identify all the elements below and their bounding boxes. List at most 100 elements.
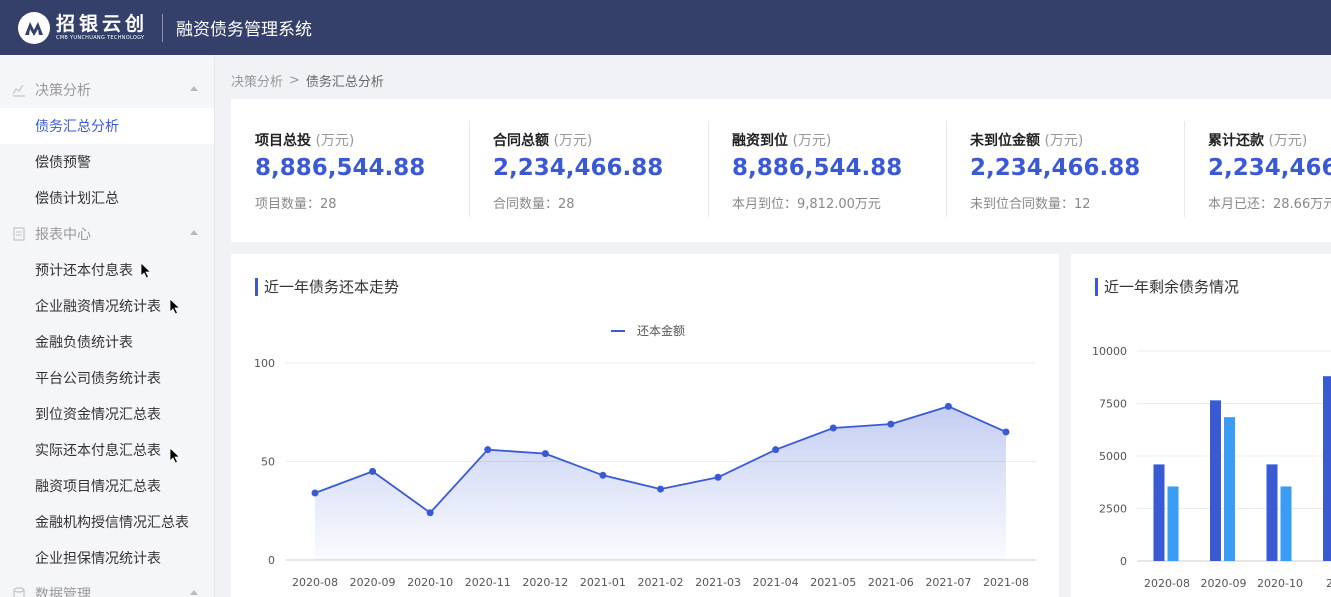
x-tick-label: 2020-09 [350,576,396,589]
mouse-cursor-icon [169,447,181,464]
summary-stats-card: 项目总投 (万元) 8,886,544.88 项目数量：28 合同总额 (万元)… [231,99,1331,242]
bar [1224,417,1235,561]
y-tick-label: 10000 [1092,345,1127,358]
x-tick-label: 2021-07 [925,576,971,589]
app-title: 融资债务管理系统 [176,20,313,40]
y-tick-label: 7500 [1099,398,1127,411]
breadcrumb-separator: > [289,72,300,88]
stat-label: 累计还款 [1208,133,1264,149]
bar [1280,486,1292,561]
stat-label: 合同总额 [493,133,549,149]
sidebar-item-expected-repayment[interactable]: 预计还本付息表 [0,252,214,288]
remaining-debt-chart: 0 2500 5000 7500 10000 2020-08 2020-09 2020-10 2… [1092,345,1331,590]
sidebar-item-funds-in-place[interactable]: 到位资金情况汇总表 [0,396,214,432]
x-tick-label: 2021-02 [638,576,684,589]
x-tick-label: 2021-04 [753,576,799,589]
x-tick-label: 2020-08 [1144,577,1190,590]
stat-value: 2,234,466.88 [970,155,1141,181]
sidebar-item-enterprise-guarantee[interactable]: 企业担保情况统计表 [0,540,214,576]
divider [946,121,947,217]
data-point [944,402,952,410]
sidebar-item-platform-debt[interactable]: 平台公司债务统计表 [0,360,214,396]
data-point [311,489,319,497]
data-point [829,424,837,432]
x-tick-label: 2020-10 [1257,577,1303,590]
x-tick-label: 202 [1326,577,1331,590]
breadcrumb-current: 债务汇总分析 [305,74,384,90]
sidebar-item-financial-liabilities[interactable]: 金融负债统计表 [0,324,214,360]
header-divider [162,13,164,42]
stat-label: 融资到位 [732,133,788,149]
data-point [426,509,434,517]
x-tick-label: 2020-12 [522,576,568,589]
divider [708,121,709,217]
stat-unit: (万元) [792,133,832,149]
stat-subtext: 项目数量：28 [255,197,337,212]
y-tick-label: 0 [1120,555,1127,568]
x-tick-label: 2021-05 [810,576,856,589]
y-tick-label: 50 [261,456,275,469]
stat-cumulative-repayment: 累计还款 (万元) 2,234,466.88 本月已还：28.66万元 [1184,99,1331,242]
stat-value: 8,886,544.88 [732,155,903,181]
sidebar-item-repayment-warning[interactable]: 偿债预警 [0,144,214,180]
nav-group-label: 决策分析 [35,83,91,99]
data-point [714,473,722,481]
sidebar-item-financing-projects[interactable]: 融资项目情况汇总表 [0,468,214,504]
bar [1210,400,1221,561]
x-tick-label: 2021-06 [868,576,914,589]
breadcrumb: 决策分析 > 债务汇总分析 [231,71,384,90]
stat-value: 2,234,466.88 [493,155,664,181]
stat-label: 未到位金额 [970,133,1040,149]
nav-group-decision-analysis[interactable]: 决策分析 [0,72,214,108]
stat-financing-in-place: 融资到位 (万元) 8,886,544.88 本月到位：9,812.00万元 [708,99,946,242]
stat-unit: (万元) [315,133,355,149]
data-point [887,420,895,428]
sidebar: 决策分析 债务汇总分析 偿债预警 偿债计划汇总 报表中心 预计还本付息表 企业融… [0,55,215,597]
sidebar-item-repayment-plan[interactable]: 偿债计划汇总 [0,180,214,216]
data-point [1002,428,1010,436]
nav-group-label: 数据管理 [35,587,91,597]
data-point [484,446,492,454]
logo-english-text: CMB YUNCHUANG TECHNOLOGY [56,35,145,41]
sidebar-item-enterprise-financing[interactable]: 企业融资情况统计表 [0,288,214,324]
stat-label: 项目总投 [255,133,311,149]
data-point [599,471,607,479]
series-area [315,406,1006,560]
x-tick-label: 2021-03 [695,576,741,589]
stat-project-investment: 项目总投 (万元) 8,886,544.88 项目数量：28 [231,99,469,242]
x-tick-label: 2020-09 [1201,577,1247,590]
divider [469,121,470,217]
stat-value: 2,234,466.88 [1208,155,1331,181]
sidebar-item-credit-lines[interactable]: 金融机构授信情况汇总表 [0,504,214,540]
data-point [657,485,664,493]
top-header: 招银云创 CMB YUNCHUANG TECHNOLOGY 融资债务管理系统 [0,0,1331,55]
stat-not-in-place: 未到位金额 (万元) 2,234,466.88 未到位合同数量：12 [946,99,1184,242]
stat-unit: (万元) [1268,133,1308,149]
bar [1167,486,1179,561]
data-point [369,467,377,475]
nav-group-report-center[interactable]: 报表中心 [0,216,214,252]
bar [1323,376,1331,561]
brand-logo[interactable]: 招银云创 CMB YUNCHUANG TECHNOLOGY [18,0,148,55]
y-tick-label: 0 [268,554,275,567]
breadcrumb-parent[interactable]: 决策分析 [231,71,283,90]
caret-up-icon [190,86,198,91]
repayment-trend-panel: 近一年债务还本走势 0 50 100 还本金额 2020-08 2020-09 2020-1… [231,254,1059,597]
data-point [772,446,780,454]
legend-label: 还本金额 [637,323,685,338]
y-tick-label: 5000 [1099,450,1127,463]
sidebar-item-actual-repayment[interactable]: 实际还本付息汇总表 [0,432,214,468]
stat-subtext: 本月到位：9,812.00万元 [732,197,881,212]
nav-group-data-management[interactable]: 数据管理 [0,576,214,597]
y-tick-label: 100 [254,357,275,370]
x-tick-label: 2020-11 [465,576,511,589]
x-tick-label: 2021-08 [983,576,1029,589]
logo-chinese-text: 招银云创 [56,13,149,35]
sidebar-item-debt-summary[interactable]: 债务汇总分析 [0,108,214,144]
data-icon [13,587,25,597]
data-point [541,450,549,458]
x-tick-label: 2020-10 [407,576,453,589]
stat-contract-total: 合同总额 (万元) 2,234,466.88 合同数量：28 [469,99,707,242]
stat-unit: (万元) [1044,133,1084,149]
stat-subtext: 未到位合同数量：12 [970,197,1091,212]
